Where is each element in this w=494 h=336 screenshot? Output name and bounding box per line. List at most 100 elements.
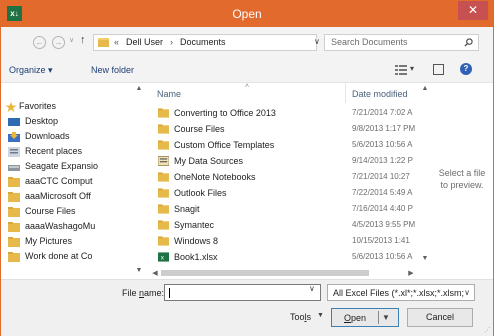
up-one-level-button[interactable]: ↑ xyxy=(80,34,86,46)
folder-icon xyxy=(158,108,169,118)
breadcrumb-overflow[interactable]: « xyxy=(114,37,119,47)
file-row[interactable]: Course Files 9/8/2013 1:17 PM xyxy=(147,121,419,137)
tools-dropdown-icon[interactable]: ▼ xyxy=(317,312,324,319)
file-date: 10/15/2013 1:41 xyxy=(352,236,410,245)
nav-item-label: Downloads xyxy=(25,131,70,141)
file-list-horizontal-scrollbar[interactable]: ◀ ▶ xyxy=(147,267,419,279)
cancel-button[interactable]: Cancel xyxy=(407,308,473,327)
nav-item-label: My Pictures xyxy=(25,236,73,246)
tools-label-part: s xyxy=(306,312,312,322)
folder-icon xyxy=(8,207,20,217)
scroll-right-arrow[interactable]: ▶ xyxy=(405,269,417,277)
resize-grip-icon[interactable]: ⋰ xyxy=(484,326,491,334)
nav-item-downloads[interactable]: Downloads xyxy=(5,130,133,144)
address-dropdown[interactable]: ∨ xyxy=(314,37,320,46)
folder-icon xyxy=(158,220,169,230)
scroll-down-arrow[interactable]: ▼ xyxy=(419,255,431,262)
file-row[interactable]: Custom Office Templates 5/6/2013 10:56 A xyxy=(147,137,419,153)
file-row[interactable]: Converting to Office 2013 7/21/2014 7:02… xyxy=(147,105,419,121)
file-row[interactable]: x Book1.xlsx 5/6/2013 10:56 A xyxy=(147,249,419,265)
file-name-input[interactable] xyxy=(164,284,321,301)
folder-icon xyxy=(158,140,169,150)
recent-locations-dropdown[interactable]: ∨ xyxy=(69,36,74,44)
scroll-up-arrow[interactable]: ▲ xyxy=(133,85,145,92)
open-button[interactable]: Open ▼ xyxy=(331,308,399,327)
forward-button[interactable]: → xyxy=(52,36,65,49)
nav-item-aaamicrosoft[interactable]: aaaMicrosoft Off xyxy=(5,190,133,204)
nav-item-recent-places[interactable]: Recent places xyxy=(5,145,133,159)
folder-icon xyxy=(8,192,20,202)
nav-item-aaaawashago[interactable]: aaaaWashagoMu xyxy=(5,220,133,234)
file-name-label-part: File xyxy=(122,288,140,298)
file-date: 7/16/2014 4:40 P xyxy=(352,204,413,213)
file-name: Outlook Files xyxy=(174,188,227,198)
navigation-pane: Favorites Desktop Downloads Recent place… xyxy=(1,83,147,279)
new-folder-button[interactable]: New folder xyxy=(91,65,134,75)
file-row[interactable]: My Data Sources 9/14/2013 1:22 P xyxy=(147,153,419,169)
open-options-dropdown[interactable]: ▼ xyxy=(382,313,390,322)
file-date: 9/8/2013 1:17 PM xyxy=(352,124,416,133)
close-button[interactable]: ✕ xyxy=(458,1,488,20)
view-options-dropdown[interactable]: ▾ xyxy=(410,64,414,73)
column-header-date-modified[interactable]: Date modified xyxy=(345,83,419,103)
close-icon: ✕ xyxy=(467,3,479,17)
nav-item-favorites[interactable]: Favorites xyxy=(5,100,133,114)
nav-item-work-done[interactable]: Work done at Co xyxy=(5,250,133,264)
back-button[interactable]: ← xyxy=(33,36,46,49)
nav-item-label: Seagate Expansio xyxy=(25,161,99,171)
address-bar[interactable]: « Dell User › Documents ∨ ↻ xyxy=(93,34,348,51)
nav-item-desktop[interactable]: Desktop xyxy=(5,115,133,129)
search-input[interactable]: Search Documents xyxy=(324,34,479,51)
file-row[interactable]: Windows 8 10/15/2013 1:41 xyxy=(147,233,419,249)
folder-icon xyxy=(158,124,169,134)
drive-icon xyxy=(8,165,20,171)
nav-item-seagate[interactable]: Seagate Expansio xyxy=(5,160,133,174)
folder-icon xyxy=(98,38,109,47)
split-button-divider xyxy=(378,311,379,324)
chevron-down-icon: ∨ xyxy=(464,288,470,297)
tools-menu[interactable]: Tools xyxy=(290,312,311,322)
file-row[interactable]: Outlook Files 7/22/2014 5:49 A xyxy=(147,185,419,201)
star-icon xyxy=(5,102,17,112)
nav-pane-scrollbar[interactable]: ▲ ▼ xyxy=(133,83,145,279)
file-name-history-dropdown[interactable]: ∨ xyxy=(309,284,315,293)
open-label-part: pen xyxy=(350,313,367,323)
change-view-icon[interactable] xyxy=(395,65,407,75)
file-row[interactable]: Snagit 7/16/2014 4:40 P xyxy=(147,201,419,217)
column-header-label: Name xyxy=(157,89,182,99)
folder-icon xyxy=(8,237,20,247)
nav-item-label: aaaCTC Comput xyxy=(25,176,93,186)
nav-item-label: Course Files xyxy=(25,206,76,216)
command-toolbar: Organize ▾ New folder ▾ ? xyxy=(1,57,493,83)
help-icon[interactable]: ? xyxy=(460,63,472,75)
nav-item-aaactc[interactable]: aaaCTC Comput xyxy=(5,175,133,189)
file-row[interactable]: Symantec 4/5/2013 9:55 PM xyxy=(147,217,419,233)
file-name: Converting to Office 2013 xyxy=(174,108,276,118)
scroll-up-arrow[interactable]: ▲ xyxy=(419,85,431,92)
open-label: Open xyxy=(332,313,378,323)
horizontal-scroll-thumb[interactable] xyxy=(161,270,369,276)
file-row[interactable]: OneNote Notebooks 7/21/2014 10:27 xyxy=(147,169,419,185)
breadcrumb-separator[interactable]: › xyxy=(170,37,173,47)
file-date: 7/21/2014 10:27 xyxy=(352,172,410,181)
file-type-select[interactable]: All Excel Files (*.xl*;*.xlsx;*.xlsm; ∨ xyxy=(327,284,475,301)
nav-item-label: Work done at Co xyxy=(25,251,93,261)
file-list-vertical-scrollbar[interactable]: ▲ ▼ xyxy=(419,83,431,267)
file-name: My Data Sources xyxy=(174,156,244,166)
file-date: 7/22/2014 5:49 A xyxy=(352,188,413,197)
breadcrumb-dell-user[interactable]: Dell User xyxy=(126,37,163,47)
scroll-down-arrow[interactable]: ▼ xyxy=(133,267,145,274)
breadcrumb-documents[interactable]: Documents xyxy=(180,37,226,47)
column-header-name[interactable]: Name xyxy=(147,83,343,103)
preview-pane-icon[interactable] xyxy=(433,64,444,75)
scroll-left-arrow[interactable]: ◀ xyxy=(149,269,161,277)
organize-button[interactable]: Organize ▾ xyxy=(9,65,53,76)
open-dialog: x↓ Open ✕ ← → ∨ ↑ « Dell User › Document… xyxy=(0,0,494,336)
file-date: 5/6/2013 10:56 A xyxy=(352,252,413,261)
forward-arrow-icon: → xyxy=(54,38,63,47)
nav-item-course-files[interactable]: Course Files xyxy=(5,205,133,219)
title-bar: x↓ Open ✕ xyxy=(1,1,493,27)
folder-icon xyxy=(158,172,169,182)
nav-item-my-pictures[interactable]: My Pictures xyxy=(5,235,133,249)
dialog-footer: File name: ∨ All Excel Files (*.xl*;*.xl… xyxy=(1,279,493,336)
